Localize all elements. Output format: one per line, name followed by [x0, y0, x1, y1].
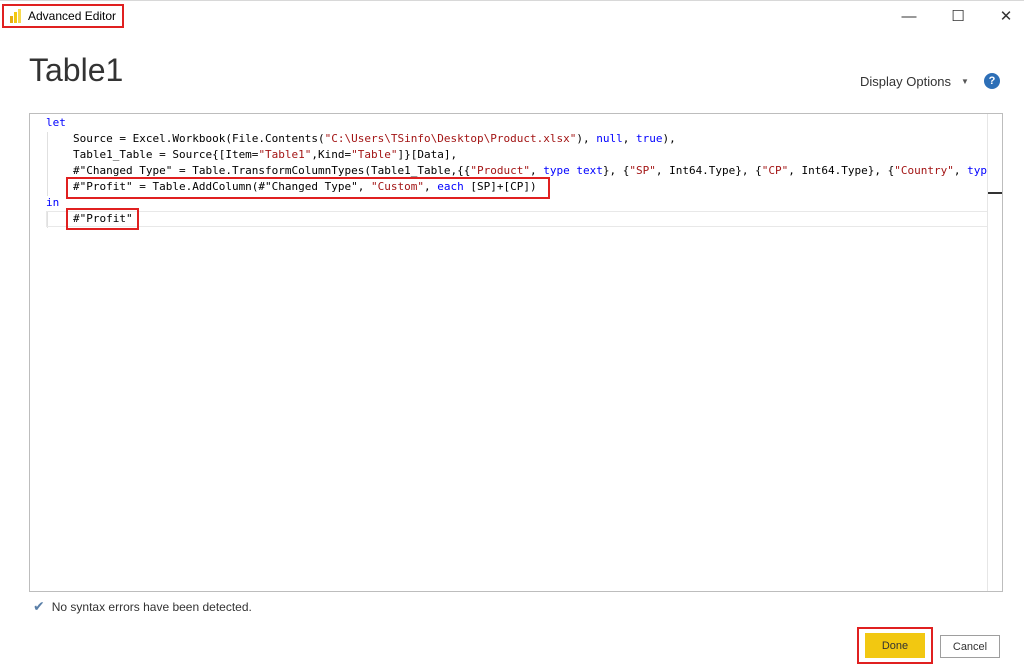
check-icon: ✔	[33, 598, 45, 614]
cancel-button[interactable]: Cancel	[940, 635, 1000, 658]
code-line-1: let	[46, 116, 66, 129]
vertical-scrollbar[interactable]	[987, 114, 1002, 591]
help-icon[interactable]: ?	[984, 73, 1000, 89]
code-line-3: Table1_Table = Source{[Item="Table1",Kin…	[73, 148, 458, 161]
window-title-group: Advanced Editor	[2, 4, 125, 28]
syntax-status: ✔ No syntax errors have been detected.	[33, 598, 252, 615]
scroll-marker	[988, 192, 1002, 194]
highlight-box-profit-output	[66, 208, 139, 230]
top-border	[0, 0, 1024, 1]
code-line-2: Source = Excel.Workbook(File.Contents("C…	[73, 132, 676, 145]
power-bi-icon	[9, 9, 23, 23]
minimize-button[interactable]: —	[894, 4, 924, 28]
done-button[interactable]: Done	[865, 633, 925, 658]
display-options-label: Display Options	[860, 74, 952, 89]
maximize-button[interactable]: ☐	[943, 4, 973, 28]
highlight-box-profit-step	[66, 177, 550, 199]
display-options-dropdown[interactable]: Display Options ▼	[860, 74, 969, 89]
code-line-6: in	[46, 196, 60, 209]
query-title: Table1	[29, 52, 124, 88]
chevron-down-icon: ▼	[961, 77, 969, 86]
title-bar: Advanced Editor — ☐ ✕	[0, 0, 1024, 32]
syntax-status-message: No syntax errors have been detected.	[51, 599, 252, 614]
current-line-highlight	[46, 211, 988, 227]
indent-guide	[47, 132, 48, 196]
window-title: Advanced Editor	[28, 9, 117, 23]
close-button[interactable]: ✕	[991, 4, 1021, 28]
